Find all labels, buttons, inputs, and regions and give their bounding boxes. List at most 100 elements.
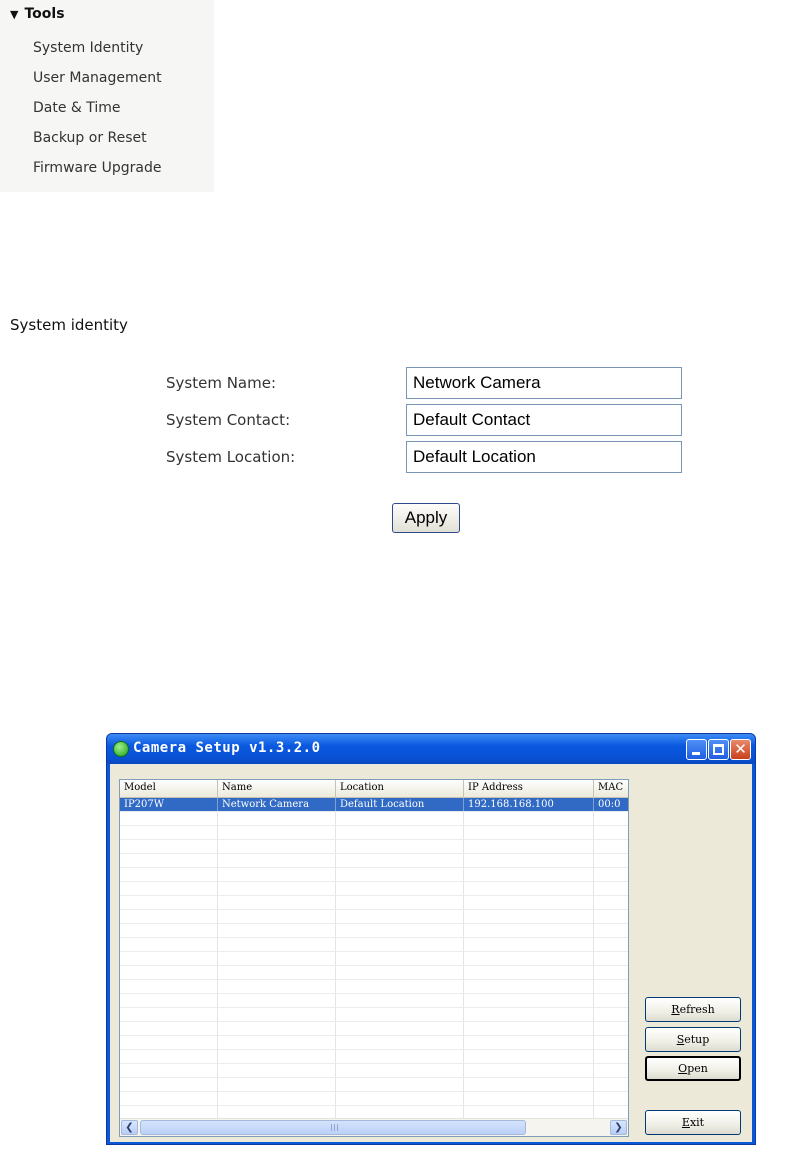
cell-mac: 00:0 — [594, 798, 628, 811]
system-contact-input[interactable]: Default Contact — [406, 404, 682, 436]
empty-cell — [120, 1022, 218, 1035]
empty-cell — [336, 938, 464, 951]
empty-cell — [464, 826, 594, 839]
column-header-name[interactable]: Name — [218, 780, 336, 798]
scrollbar-thumb[interactable] — [140, 1120, 526, 1135]
empty-cell — [464, 1064, 594, 1077]
empty-cell — [120, 994, 218, 1007]
empty-row — [120, 896, 628, 910]
setup-mnemonic: S — [676, 1033, 685, 1046]
camera-list[interactable]: Model Name Location IP Address MAC IP207… — [119, 779, 629, 1137]
empty-cell — [336, 924, 464, 937]
empty-cell — [218, 1008, 336, 1021]
maximize-button[interactable] — [708, 739, 729, 760]
tools-item-firmware-upgrade[interactable]: Firmware Upgrade — [33, 155, 162, 185]
empty-cell — [464, 910, 594, 923]
empty-row — [120, 812, 628, 826]
column-header-ip-address[interactable]: IP Address — [464, 780, 594, 798]
scroll-left-button[interactable]: ❮ — [121, 1120, 138, 1135]
title-bar[interactable]: Camera Setup v1.3.2.0 ✕ — [107, 734, 755, 764]
system-location-row: System Location: Default Location — [166, 441, 686, 473]
tools-header[interactable]: ▼ Tools — [10, 5, 65, 23]
empty-cell — [464, 1008, 594, 1021]
exit-button[interactable]: Exit — [645, 1110, 741, 1135]
empty-cell — [594, 1022, 628, 1035]
empty-cell — [336, 910, 464, 923]
open-button[interactable]: Open — [645, 1056, 741, 1081]
empty-cell — [336, 1008, 464, 1021]
empty-cell — [594, 1008, 628, 1021]
empty-row — [120, 966, 628, 980]
empty-cell — [464, 1092, 594, 1105]
empty-cell — [464, 840, 594, 853]
tools-item-backup-reset[interactable]: Backup or Reset — [33, 125, 162, 155]
empty-row — [120, 924, 628, 938]
empty-cell — [218, 924, 336, 937]
exit-label: xit — [689, 1116, 705, 1129]
system-name-input[interactable]: Network Camera — [406, 367, 682, 399]
empty-cell — [336, 952, 464, 965]
empty-row — [120, 1092, 628, 1106]
table-row[interactable]: IP207W Network Camera Default Location 1… — [120, 798, 628, 812]
horizontal-scrollbar[interactable]: ❮ ❯ — [120, 1118, 628, 1136]
window-title: Camera Setup v1.3.2.0 — [133, 740, 321, 756]
tools-item-date-time[interactable]: Date & Time — [33, 95, 162, 125]
minimize-button[interactable] — [686, 739, 707, 760]
empty-cell — [218, 882, 336, 895]
empty-cell — [120, 1050, 218, 1063]
empty-cell — [594, 980, 628, 993]
refresh-label: efresh — [679, 1003, 715, 1016]
empty-cell — [120, 896, 218, 909]
setup-button[interactable]: Setup — [645, 1027, 741, 1052]
empty-cell — [218, 1078, 336, 1091]
empty-cell — [594, 952, 628, 965]
empty-row — [120, 868, 628, 882]
grip-icon — [331, 1124, 339, 1131]
tools-item-user-management[interactable]: User Management — [33, 65, 162, 95]
empty-cell — [218, 868, 336, 881]
empty-cell — [464, 1022, 594, 1035]
empty-cell — [218, 938, 336, 951]
scroll-right-button[interactable]: ❯ — [610, 1120, 627, 1135]
close-button[interactable]: ✕ — [730, 739, 751, 760]
minimize-icon — [692, 752, 700, 755]
empty-cell — [594, 938, 628, 951]
empty-cell — [336, 1092, 464, 1105]
empty-cell — [120, 924, 218, 937]
empty-row — [120, 994, 628, 1008]
empty-row — [120, 980, 628, 994]
empty-cell — [336, 812, 464, 825]
cell-ip-address: 192.168.168.100 — [464, 798, 594, 811]
app-icon — [113, 741, 129, 757]
empty-cell — [594, 840, 628, 853]
empty-cell — [594, 994, 628, 1007]
empty-cell — [594, 1036, 628, 1049]
open-mnemonic: O — [678, 1062, 688, 1075]
empty-cell — [594, 910, 628, 923]
empty-cell — [120, 1036, 218, 1049]
empty-cell — [464, 980, 594, 993]
empty-cell — [218, 966, 336, 979]
empty-cell — [120, 868, 218, 881]
empty-cell — [336, 1078, 464, 1091]
empty-row — [120, 1064, 628, 1078]
empty-cell — [336, 994, 464, 1007]
cell-model: IP207W — [120, 798, 218, 811]
column-header-mac[interactable]: MAC — [594, 780, 628, 798]
tools-item-system-identity[interactable]: System Identity — [33, 35, 162, 65]
empty-cell — [594, 812, 628, 825]
column-header-location[interactable]: Location — [336, 780, 464, 798]
empty-cell — [464, 1078, 594, 1091]
empty-row — [120, 1036, 628, 1050]
tools-header-label: Tools — [24, 6, 65, 22]
refresh-button[interactable]: Refresh — [645, 997, 741, 1022]
empty-cell — [594, 924, 628, 937]
empty-cell — [464, 952, 594, 965]
empty-cell — [336, 854, 464, 867]
apply-button[interactable]: Apply — [392, 503, 460, 533]
empty-cell — [464, 924, 594, 937]
empty-cell — [120, 1064, 218, 1077]
empty-cell — [336, 966, 464, 979]
system-location-input[interactable]: Default Location — [406, 441, 682, 473]
column-header-model[interactable]: Model — [120, 780, 218, 798]
